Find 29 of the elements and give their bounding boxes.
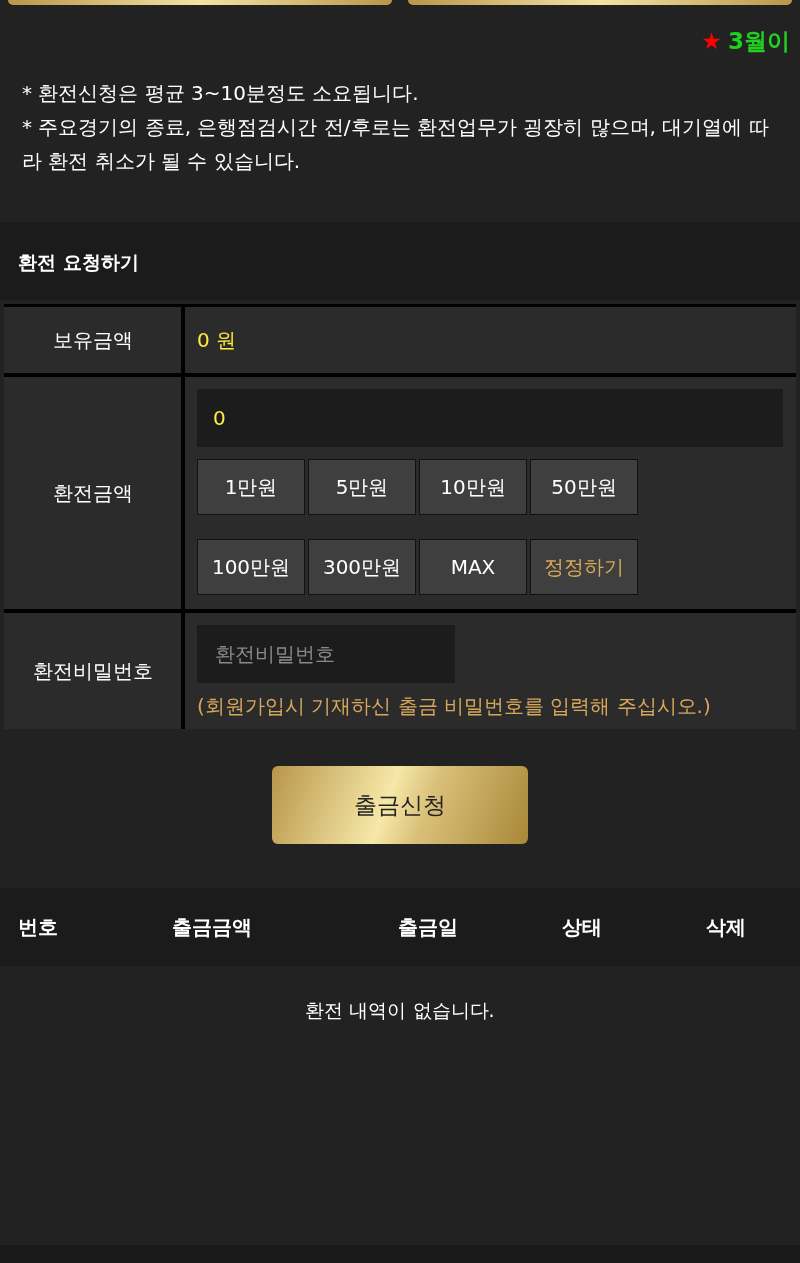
column-header: 삭제	[706, 913, 746, 941]
top-button[interactable]	[8, 0, 392, 5]
reset-button[interactable]: 정정하기	[530, 539, 638, 595]
column-header: 출금금액	[172, 913, 252, 941]
ticker-text: 3월이	[728, 26, 790, 56]
amount-button[interactable]: 300만원	[308, 539, 416, 595]
empty-message: 환전 내역이 없습니다.	[305, 999, 495, 1021]
amount-button[interactable]: 50만원	[530, 459, 638, 515]
amount-button[interactable]: MAX	[419, 539, 527, 595]
notice-text: * 주요경기의 종료, 은행점검시간 전/후로는 환전업무가 굉장히 많으며, 대기열에 따라 환전 취소가 될 수 있습니다.	[22, 114, 770, 175]
column-header: 상태	[562, 913, 602, 941]
star-icon: ★	[701, 28, 722, 54]
amount-button[interactable]: 5만원	[308, 459, 416, 515]
password-field[interactable]: 환전비밀번호	[197, 625, 455, 683]
amount-field[interactable]: 0	[197, 389, 783, 447]
amount-button[interactable]: 1만원	[197, 459, 305, 515]
form-label: 환전비밀번호	[4, 613, 181, 729]
form-label: 보유금액	[4, 307, 181, 373]
form-label: 환전금액	[4, 377, 181, 609]
section-title: 환전 요청하기	[0, 222, 800, 300]
column-header: 번호	[18, 913, 58, 941]
top-button[interactable]	[408, 0, 792, 5]
column-header: 출금일	[398, 913, 458, 941]
balance-value: 0 원	[197, 326, 237, 354]
amount-button[interactable]: 10만원	[419, 459, 527, 515]
password-hint: (회원가입시 기재하신 출금 비밀번호를 입력해 주십시오.)	[197, 693, 711, 720]
amount-button[interactable]: 100만원	[197, 539, 305, 595]
notice-text: * 환전신청은 평균 3~10분정도 소요됩니다.	[22, 80, 420, 107]
submit-button[interactable]: 출금신청	[272, 766, 528, 844]
